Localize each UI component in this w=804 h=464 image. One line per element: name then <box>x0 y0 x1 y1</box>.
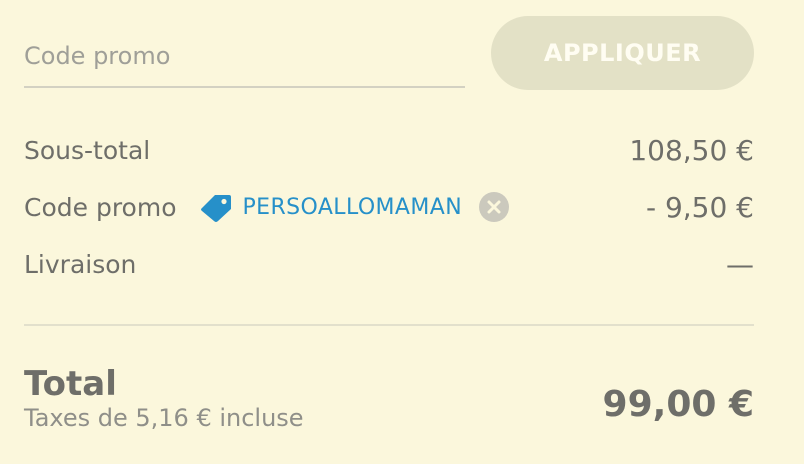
tax-note: Taxes de 5,16 € incluse <box>24 404 304 432</box>
subtotal-label: Sous-total <box>24 135 151 165</box>
promo-code-value: PERSOALLOMAMAN <box>242 194 463 220</box>
subtotal-value: 108,50 € <box>629 133 754 167</box>
divider <box>24 324 754 326</box>
apply-button[interactable]: APPLIQUER <box>491 16 754 90</box>
tag-icon <box>199 192 233 222</box>
total-value: 99,00 € <box>602 384 754 425</box>
subtotal-row: Sous-total 108,50 € <box>24 130 754 170</box>
promo-form: APPLIQUER <box>24 16 754 90</box>
total-label: Total <box>24 364 117 404</box>
promo-code-input[interactable] <box>24 26 465 88</box>
shipping-label: Livraison <box>24 249 137 279</box>
total-block: Total Taxes de 5,16 € incluse 99,00 € <box>24 364 754 440</box>
shipping-row: Livraison — <box>24 244 754 284</box>
close-circle-icon[interactable] <box>478 191 510 223</box>
promo-applied: Code promo PERSOALLOMAMAN <box>24 191 510 223</box>
promo-discount-value: - 9,50 € <box>645 190 754 224</box>
shipping-value: — <box>726 247 754 281</box>
promo-label: Code promo <box>24 192 177 222</box>
promo-row: Code promo PERSOALLOMAMAN - 9,50 € <box>24 187 754 227</box>
